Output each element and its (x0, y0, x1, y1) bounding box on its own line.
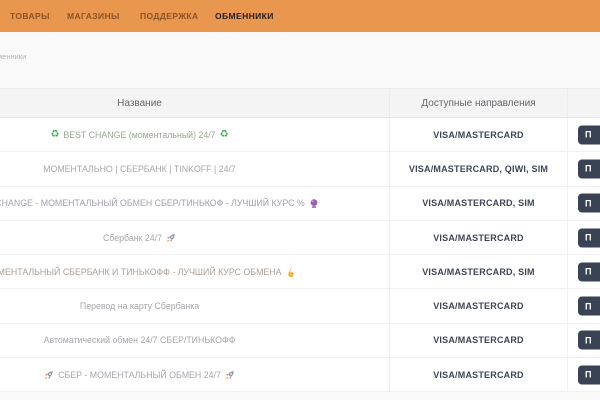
top-navigation: ТОВАРЫ МАГАЗИНЫ ПОДДЕРЖКА ОБМЕННИКИ (0, 0, 600, 32)
action-cell: П (568, 152, 600, 185)
table-row: ♻ BEST CHANGE (моментальный) 24/7 ♻ VISA… (0, 118, 600, 152)
page: ТОВАРЫ МАГАЗИНЫ ПОДДЕРЖКА ОБМЕННИКИ менн… (0, 0, 600, 400)
exchange-name-link[interactable]: МОМЕНТАЛЬНО | СБЕРБАНК | TINKOFF | 24/7 (43, 164, 236, 174)
table-row: МОМЕНТАЛЬНЫЙ СБЕРБАНК И ТИНЬКОФФ - ЛУЧШИ… (0, 255, 600, 289)
nav-item-podderzhka[interactable]: ПОДДЕРЖКА (140, 11, 199, 21)
directions-cell: VISA/MASTERCARD, SIM (390, 255, 568, 288)
table-row: Автоматический обмен 24/7 СБЕР/ТИНЬКОФФ … (0, 324, 600, 358)
table-row: СБЕР - МОМЕНТАЛЬНЫЙ ОБМЕН 24/7 VISA/MAST… (0, 358, 600, 392)
directions-cell: VISA/MASTERCARD (390, 358, 568, 391)
directions-cell: VISA/MASTERCARD (390, 289, 568, 322)
name-cell: Перевод на карту Сбербанка (0, 289, 390, 322)
fire-icon (286, 267, 296, 277)
exchange-name-text: Сбербанк 24/7 (103, 233, 162, 243)
go-button[interactable]: П (578, 194, 600, 213)
action-cell: П (568, 358, 600, 391)
name-cell: СБЕР - МОМЕНТАЛЬНЫЙ ОБМЕН 24/7 (0, 358, 390, 391)
exchange-name-link[interactable]: Перевод на карту Сбербанка (80, 301, 199, 311)
action-cell: П (568, 187, 600, 220)
exchange-name-link[interactable]: МОМЕНТАЛЬНЫЙ СБЕРБАНК И ТИНЬКОФФ - ЛУЧШИ… (0, 267, 296, 277)
go-button[interactable]: П (578, 228, 600, 247)
go-button[interactable]: П (578, 297, 600, 316)
go-button[interactable]: П (578, 365, 600, 384)
rocket-icon (166, 233, 176, 243)
go-button[interactable]: П (578, 125, 600, 144)
table-header-row: Название Доступные направления (0, 88, 600, 118)
table-body: ♻ BEST CHANGE (моментальный) 24/7 ♻ VISA… (0, 118, 600, 392)
exchange-name-link[interactable]: Сбербанк 24/7 (103, 233, 176, 243)
exchange-name-text: МОМЕНТАЛЬНО | СБЕРБАНК | TINKOFF | 24/7 (43, 164, 236, 174)
directions-cell: VISA/MASTERCARD (390, 324, 568, 357)
name-cell: МОМЕНТАЛЬНЫЙ СБЕРБАНК И ТИНЬКОФФ - ЛУЧШИ… (0, 255, 390, 288)
name-cell: Сбербанк 24/7 (0, 221, 390, 254)
recycle-icon: ♻ (220, 130, 229, 140)
exchange-name-text: СБЕР - МОМЕНТАЛЬНЫЙ ОБМЕН 24/7 (58, 370, 221, 380)
go-button[interactable]: П (578, 331, 600, 350)
action-cell: П (568, 324, 600, 357)
exchange-name-link[interactable]: Автоматический обмен 24/7 СБЕР/ТИНЬКОФФ (44, 335, 236, 345)
column-header-name: Название (0, 89, 390, 117)
exchange-name-link[interactable]: СБЕР - МОМЕНТАЛЬНЫЙ ОБМЕН 24/7 (44, 370, 235, 380)
exchange-name-text: Перевод на карту Сбербанка (80, 301, 199, 311)
exchange-name-text: UNIXCHANGE - МОМЕНТАЛЬНЫЙ ОБМЕН СБЕР/ТИН… (0, 198, 305, 208)
go-button[interactable]: П (578, 159, 600, 178)
nav-item-obmenniki[interactable]: ОБМЕННИКИ (215, 11, 274, 21)
exchangers-table: Название Доступные направления ♻ BEST CH… (0, 88, 600, 392)
table-row: МОМЕНТАЛЬНО | СБЕРБАНК | TINKOFF | 24/7 … (0, 152, 600, 186)
name-cell: ♻ BEST CHANGE (моментальный) 24/7 ♻ (0, 118, 390, 151)
table-row: Сбербанк 24/7 VISA/MASTERCARD П (0, 221, 600, 255)
exchange-name-text: МОМЕНТАЛЬНЫЙ СБЕРБАНК И ТИНЬКОФФ - ЛУЧШИ… (0, 267, 282, 277)
directions-cell: VISA/MASTERCARD (390, 221, 568, 254)
action-cell: П (568, 255, 600, 288)
action-cell: П (568, 221, 600, 254)
crystal-ball-icon (309, 198, 319, 208)
name-cell: МОМЕНТАЛЬНО | СБЕРБАНК | TINKOFF | 24/7 (0, 152, 390, 185)
table-row: UNIXCHANGE - МОМЕНТАЛЬНЫЙ ОБМЕН СБЕР/ТИН… (0, 187, 600, 221)
breadcrumb: менники (0, 52, 26, 61)
directions-cell: VISA/MASTERCARD, SIM (390, 187, 568, 220)
exchange-name-link[interactable]: UNIXCHANGE - МОМЕНТАЛЬНЫЙ ОБМЕН СБЕР/ТИН… (0, 198, 319, 208)
exchange-name-text: Автоматический обмен 24/7 СБЕР/ТИНЬКОФФ (44, 335, 236, 345)
action-cell: П (568, 118, 600, 151)
nav-item-magaziny[interactable]: МАГАЗИНЫ (67, 11, 120, 21)
table-row: Перевод на карту Сбербанка VISA/MASTERCA… (0, 289, 600, 323)
directions-cell: VISA/MASTERCARD (390, 118, 568, 151)
nav-item-tovary[interactable]: ТОВАРЫ (10, 11, 50, 21)
recycle-icon: ♻ (50, 130, 59, 140)
action-cell: П (568, 289, 600, 322)
directions-cell: VISA/MASTERCARD, QIWI, SIM (390, 152, 568, 185)
name-cell: UNIXCHANGE - МОМЕНТАЛЬНЫЙ ОБМЕН СБЕР/ТИН… (0, 187, 390, 220)
go-button[interactable]: П (578, 262, 600, 281)
name-cell: Автоматический обмен 24/7 СБЕР/ТИНЬКОФФ (0, 324, 390, 357)
rocket-icon (225, 370, 235, 380)
column-header-directions: Доступные направления (390, 89, 568, 117)
column-header-actions (568, 89, 600, 117)
rocket-icon (44, 370, 54, 380)
exchange-name-text: BEST CHANGE (моментальный) 24/7 (63, 130, 215, 140)
exchange-name-link[interactable]: ♻ BEST CHANGE (моментальный) 24/7 ♻ (50, 130, 228, 140)
